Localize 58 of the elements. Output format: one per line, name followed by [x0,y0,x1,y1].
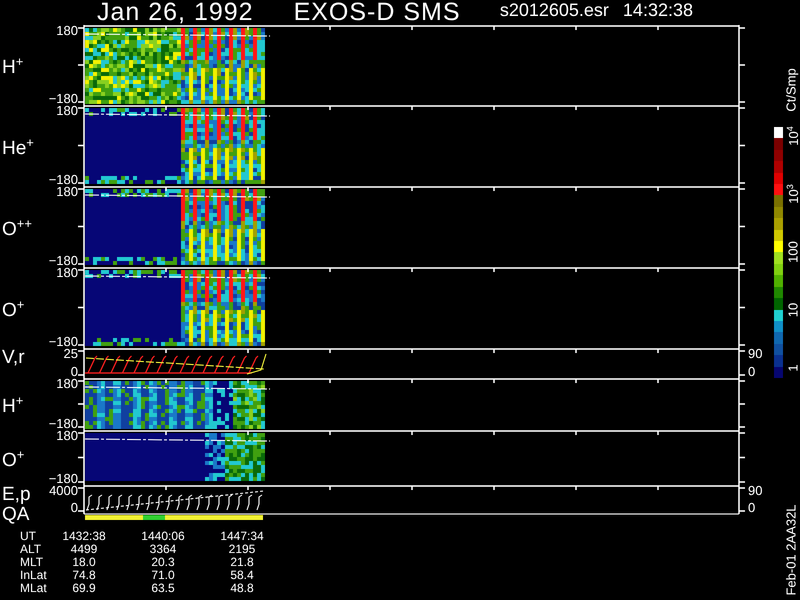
colorbar-title: Ct/Smp [784,68,798,112]
axis-tick-label: 180 [56,25,78,37]
table-value: 63.5 [151,582,175,595]
species-label: E,p [2,485,32,505]
table-value: 20.3 [151,556,175,569]
table-value: 69.9 [72,582,96,595]
axis-tick-label: 0 [70,502,78,514]
species-label: V,r [2,348,26,368]
axis-tick-label: 90 [748,348,762,360]
species-label: O$^{++}$ [2,214,33,240]
colorbar-label: 1 [786,364,800,372]
axis-tick-label: −180 [48,418,78,430]
file-name: s2012605.esr [500,0,609,20]
table-value: 2195 [228,543,256,556]
species-label: H$^{+}$ [2,392,24,417]
axis-tick-label: −180 [48,336,78,348]
axis-tick-label: 25 [64,348,78,360]
axis-tick-label: 0 [70,366,78,378]
table-value: 48.8 [230,582,254,595]
species-label: H$^{+}$ [2,53,24,78]
axis-tick-label: −180 [48,473,78,485]
axis-tick-label: −180 [48,255,78,267]
row-label: ALT [20,543,42,556]
start-time: 14:32:38 [622,0,693,20]
species-label: QA [2,505,30,525]
axis-tick-label: 180 [56,105,78,117]
axis-tick-label: 0 [748,366,756,378]
mission-title: EXOS-D SMS [294,0,461,25]
table-value: 1447:34 [220,530,264,543]
species-label: O$^{+}$ [2,296,26,320]
axis-tick-label: 180 [56,186,78,198]
table-value: 74.8 [72,569,96,582]
table-value: 3364 [150,543,176,556]
table-value: 18.0 [72,556,96,569]
row-label: InLat [20,569,47,582]
axis-tick-label: 180 [56,430,78,442]
table-value: 1432:38 [62,530,106,543]
axis-tick-label: −180 [48,93,78,105]
species-label: He$^{+}$ [2,134,35,158]
table-value: 71.0 [151,569,175,582]
table-value: 1440:06 [141,530,185,543]
colorbar-label: 10 [786,302,800,318]
colorbar-label: 100 [786,241,800,263]
axis-tick-label: 0 [748,502,756,514]
plot-date: Jan 26, 1992 [97,0,254,25]
row-label: MLat [20,582,47,595]
axis-tick-label: 180 [56,378,78,390]
row-label: UT [20,530,36,543]
species-label: O$^{+}$ [2,446,26,470]
axis-tick-label: −180 [48,174,78,186]
table-value: 21.8 [230,556,254,569]
axis-tick-label: 90 [748,485,762,497]
table-value: 4499 [70,543,98,556]
axis-tick-label: 180 [56,267,78,279]
table-value: 58.4 [230,569,254,582]
axis-tick-label: 4000 [49,485,78,497]
footer-code: Feb-01 2AA32L [784,504,798,596]
row-label: MLT [20,556,44,569]
